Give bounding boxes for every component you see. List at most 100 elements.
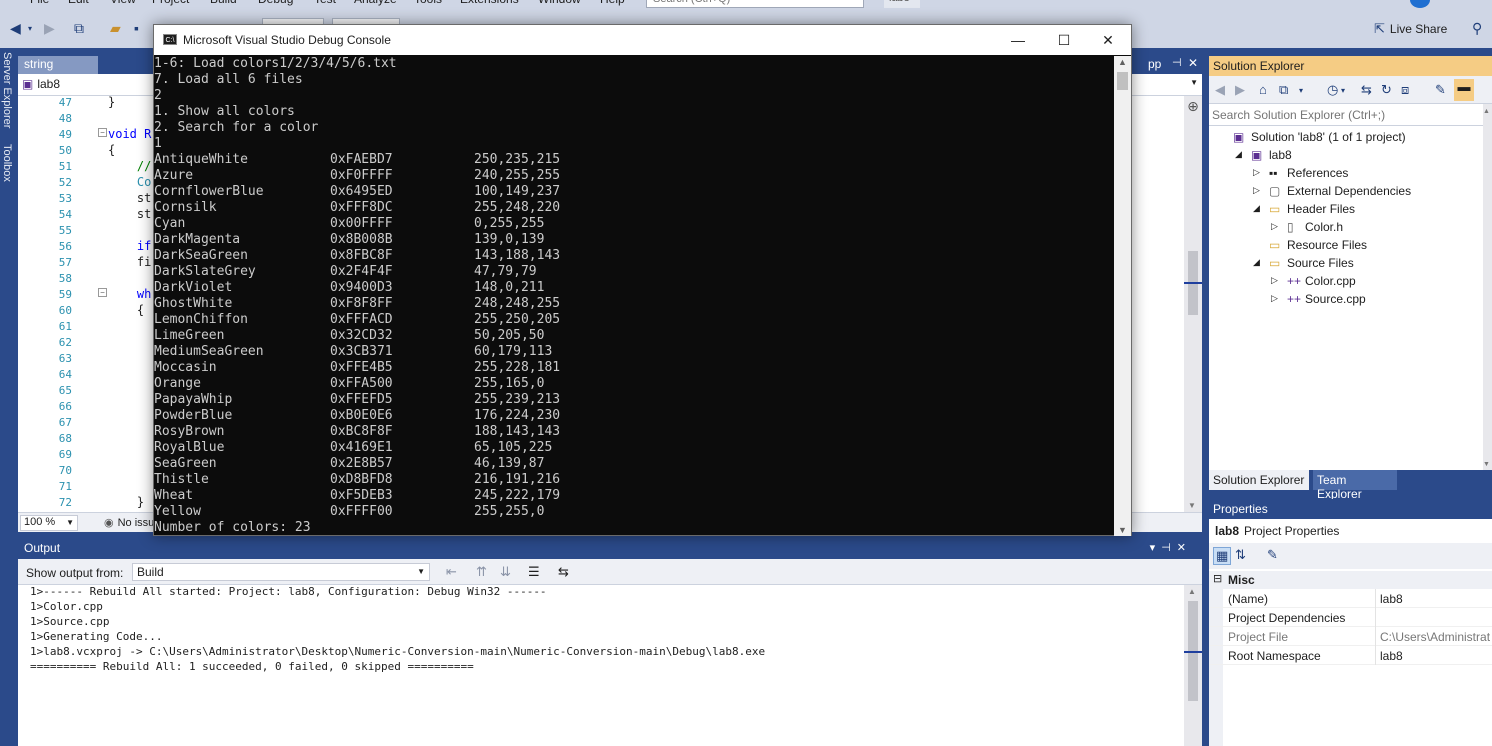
scroll-down-icon[interactable]: ▼ [1188,501,1196,510]
collapsed-arrow-icon[interactable]: ▷ [1253,167,1260,178]
tree-item[interactable]: ◢ ▣ lab8 [1209,146,1483,164]
forward-icon[interactable]: ▶ [44,20,55,37]
output-source-dropdown[interactable]: Build ▼ [132,563,430,581]
tree-item[interactable]: ▷ ++ Source.cpp [1209,290,1483,308]
back-icon[interactable]: ◀ [1215,82,1225,98]
tree-item[interactable]: ▣ Solution 'lab8' (1 of 1 project) [1209,128,1483,146]
property-row[interactable]: Project File C:\Users\Administrat [1209,627,1492,646]
tree-item[interactable]: ▷ ▢ External Dependencies [1209,182,1483,200]
switch-views-icon[interactable]: ⧉ [1279,82,1288,98]
next-message-icon[interactable]: ⇊ [500,564,511,580]
chevron-down-icon[interactable]: ▾ [1341,86,1345,95]
menu-item-file[interactable]: File [30,0,49,6]
menu-item-analyze[interactable]: Analyze [354,0,397,6]
zoom-dropdown[interactable]: 100 % ▼ [20,515,78,531]
split-icon[interactable]: ⊕ [1186,98,1200,115]
home-icon[interactable]: ⌂ [1259,82,1267,97]
tree-item[interactable]: ▷ ++ Color.cpp [1209,272,1483,290]
scroll-up-icon[interactable]: ▲ [1188,587,1196,596]
feedback-icon[interactable]: ⚲ [1472,20,1482,37]
back-dropdown-icon[interactable]: ▾ [28,24,32,33]
back-icon[interactable]: ◀ [10,20,21,37]
collapse-all-icon[interactable]: ⧈ [1401,82,1409,98]
expanded-arrow-icon[interactable]: ◢ [1253,203,1260,214]
maximize-button[interactable]: ☐ [1041,25,1087,55]
menu-item-help[interactable]: Help [600,0,625,6]
tree-item[interactable]: ◢ ▭ Source Files [1209,254,1483,272]
search-input[interactable]: Search (Ctrl+Q) [646,0,864,8]
solution-explorer-scrollbar[interactable]: ▲ ▼ [1483,104,1492,470]
collapse-icon[interactable]: ⊟ [1213,572,1222,585]
chevron-down-icon[interactable]: ▾ [1299,86,1303,95]
properties-wrench-icon[interactable]: ✎ [1435,82,1446,98]
property-row[interactable]: Project Dependencies [1209,608,1492,627]
scroll-down-icon[interactable]: ▼ [1483,461,1490,468]
menu-item-build[interactable]: Build [210,0,237,6]
tab-team-explorer[interactable]: Team Explorer [1313,470,1397,501]
output-scrollbar[interactable]: ▲ [1184,585,1202,746]
live-share-button[interactable]: ⇱ Live Share [1374,21,1447,37]
editor-tab-string[interactable]: string [18,56,98,74]
collapse-icon[interactable]: − [98,288,107,297]
solution-explorer-search-input[interactable] [1212,106,1482,124]
collapsed-arrow-icon[interactable]: ▷ [1271,293,1278,304]
editor-scrollbar[interactable]: ⊕ ▼ [1184,96,1202,512]
project-dropdown[interactable]: ▣ lab8 [22,77,60,91]
issues-indicator[interactable]: ◉ No issu [104,516,154,529]
tree-item[interactable]: ◢ ▭ Header Files [1209,200,1483,218]
scroll-up-icon[interactable]: ▲ [1118,57,1127,67]
collapse-icon[interactable]: − [98,128,107,137]
member-dropdown[interactable]: ▼ [1132,76,1202,94]
clear-all-icon[interactable]: ☰ [528,564,540,580]
expanded-arrow-icon[interactable]: ◢ [1235,149,1242,160]
find-message-icon[interactable]: ⇤ [446,564,457,580]
menu-item-edit[interactable]: Edit [68,0,89,6]
toolbox-tab[interactable]: Toolbox [1,144,13,182]
menu-item-window[interactable]: Window [538,0,581,6]
new-project-icon[interactable]: ⧉ [74,20,84,37]
menu-item-view[interactable]: View [110,0,136,6]
tree-item[interactable]: ▷ ▪▪ References [1209,164,1483,182]
collapsed-arrow-icon[interactable]: ▷ [1271,221,1278,232]
property-row[interactable]: Root Namespace lab8 [1209,646,1492,665]
property-row[interactable]: (Name) lab8 [1209,589,1492,608]
expanded-arrow-icon[interactable]: ◢ [1253,257,1260,268]
console-title-bar[interactable]: C:\ Microsoft Visual Studio Debug Consol… [154,25,1131,55]
property-category[interactable]: ⊟ Misc [1209,571,1492,589]
menu-item-extensions[interactable]: Extensions [460,0,519,6]
tree-item[interactable]: ▷ ▯ Color.h [1209,218,1483,236]
forward-icon[interactable]: ▶ [1235,82,1245,98]
collapsed-arrow-icon[interactable]: ▷ [1253,185,1260,196]
categorized-icon[interactable]: ▦ [1213,547,1232,565]
auto-hide-pin-icon[interactable]: ▬ [1454,79,1474,101]
menu-item-debug[interactable]: Debug [258,0,293,6]
minimize-button[interactable]: — [995,25,1041,55]
pending-changes-filter-icon[interactable]: ◷ [1327,82,1338,98]
open-folder-icon[interactable]: ▰ [110,20,121,37]
scroll-down-icon[interactable]: ▼ [1118,525,1127,535]
scroll-up-icon[interactable]: ▲ [1483,108,1490,115]
console-scrollbar[interactable]: ▲ ▼ [1114,56,1131,536]
debug-console-window[interactable]: C:\ Microsoft Visual Studio Debug Consol… [153,24,1132,536]
console-output[interactable]: 1-6: Load colors1/2/3/4/5/6.txt 7. Load a… [154,56,1114,536]
properties-object-selector[interactable]: lab8 Project Properties [1209,519,1492,543]
scrollbar-thumb[interactable] [1117,72,1128,90]
close-button[interactable]: ✕ [1085,25,1131,55]
menu-item-tools[interactable]: Tools [414,0,442,6]
collapsed-arrow-icon[interactable]: ▷ [1271,275,1278,286]
menu-item-project[interactable]: Project [152,0,189,6]
refresh-icon[interactable]: ↻ [1381,82,1392,98]
alphabetical-icon[interactable]: ⇅ [1235,547,1246,563]
sync-icon[interactable]: ⇆ [1361,82,1372,98]
pin-icon[interactable]: ⊣ [1172,56,1182,69]
editor-tab-right[interactable]: pp ⊣ ✕ [1132,56,1208,74]
property-pages-wrench-icon[interactable]: ✎ [1267,547,1278,563]
tree-item[interactable]: ▭ Resource Files [1209,236,1483,254]
save-icon[interactable]: ▪ [134,20,139,36]
tab-solution-explorer[interactable]: Solution Explorer [1209,470,1309,490]
server-explorer-tab[interactable]: Server Explorer [1,52,13,128]
word-wrap-icon[interactable]: ⇆ [558,564,569,580]
previous-message-icon[interactable]: ⇈ [476,564,487,580]
menu-item-test[interactable]: Test [314,0,336,6]
output-text-area[interactable]: 1>------ Rebuild All started: Project: l… [18,585,1184,746]
